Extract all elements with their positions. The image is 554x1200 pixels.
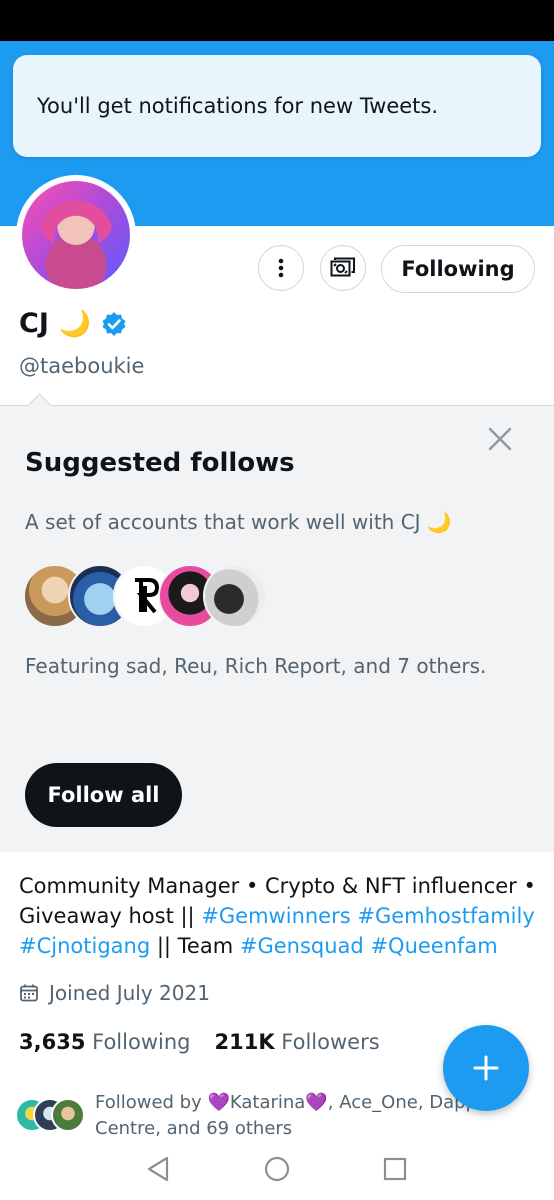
compose-button[interactable] xyxy=(443,1025,529,1111)
follower-avatar xyxy=(51,1098,85,1132)
verified-badge-icon[interactable] xyxy=(101,311,127,337)
panel-caret xyxy=(27,393,52,418)
subscribe-button[interactable] xyxy=(320,245,366,291)
joined-date: Joined July 2021 xyxy=(19,981,210,1005)
suggested-follows-subtitle: A set of accounts that work well with CJ… xyxy=(25,510,452,534)
followed-by-avatars xyxy=(15,1090,87,1132)
suggested-avatar[interactable] xyxy=(203,564,267,628)
display-name: CJ xyxy=(19,308,49,339)
followed-by-row[interactable]: Followed by 💜Katarina💜, Ace_One, Dapp Ce… xyxy=(15,1090,495,1136)
hashtag-link[interactable]: #Gemhostfamily xyxy=(357,904,534,928)
following-button[interactable]: Following xyxy=(381,245,535,293)
followers-label: Followers xyxy=(281,1030,380,1054)
system-nav-bar xyxy=(0,1138,554,1200)
suggested-follows-title: Suggested follows xyxy=(25,448,295,478)
hashtag-link[interactable]: #Queenfam xyxy=(370,934,497,958)
toast-message: You'll get notifications for new Tweets. xyxy=(37,94,439,118)
close-icon[interactable] xyxy=(486,425,514,453)
compose-plus-icon xyxy=(473,1055,499,1081)
name-emoji: 🌙 xyxy=(58,308,92,339)
following-count: 3,635 xyxy=(19,1030,86,1054)
calendar-icon xyxy=(20,984,38,1002)
display-name-row: CJ 🌙 xyxy=(19,308,127,339)
hashtag-link[interactable]: #Gemwinners xyxy=(201,904,350,928)
subscribe-icon xyxy=(330,257,355,277)
suggested-featuring-text: Featuring sad, Reu, Rich Report, and 7 o… xyxy=(25,654,487,678)
suggested-avatars[interactable] xyxy=(23,564,267,628)
hashtag-link[interactable]: #Cjnotigang xyxy=(19,934,150,958)
followers-count-link[interactable]: 211K Followers xyxy=(214,1030,379,1054)
following-count-link[interactable]: 3,635 Following xyxy=(19,1030,190,1054)
following-label: Following xyxy=(92,1030,191,1054)
recents-nav-icon[interactable] xyxy=(383,1157,407,1181)
follow-stats: 3,635 Following 211K Followers xyxy=(19,1030,380,1054)
followers-count: 211K xyxy=(214,1030,275,1054)
follow-all-button[interactable]: Follow all xyxy=(25,763,182,827)
suggested-follows-panel: Suggested follows A set of accounts that… xyxy=(0,393,554,852)
user-handle: @taeboukie xyxy=(19,354,145,378)
home-nav-icon[interactable] xyxy=(264,1156,290,1182)
hashtag-link[interactable]: #Gensquad xyxy=(240,934,364,958)
followed-by-text: Followed by 💜Katarina💜, Ace_One, Dapp Ce… xyxy=(95,1092,477,1136)
notification-toast: You'll get notifications for new Tweets. xyxy=(13,55,541,157)
avatar-image xyxy=(22,181,130,289)
bio-text: || Team xyxy=(150,934,240,958)
back-nav-icon[interactable] xyxy=(146,1156,170,1182)
status-bar xyxy=(0,0,554,41)
joined-text: Joined July 2021 xyxy=(49,981,210,1005)
profile-avatar[interactable] xyxy=(16,175,136,295)
profile-bio: Community Manager • Crypto & NFT influen… xyxy=(19,871,539,961)
more-vertical-icon xyxy=(278,258,284,278)
more-options-button[interactable] xyxy=(258,245,304,291)
